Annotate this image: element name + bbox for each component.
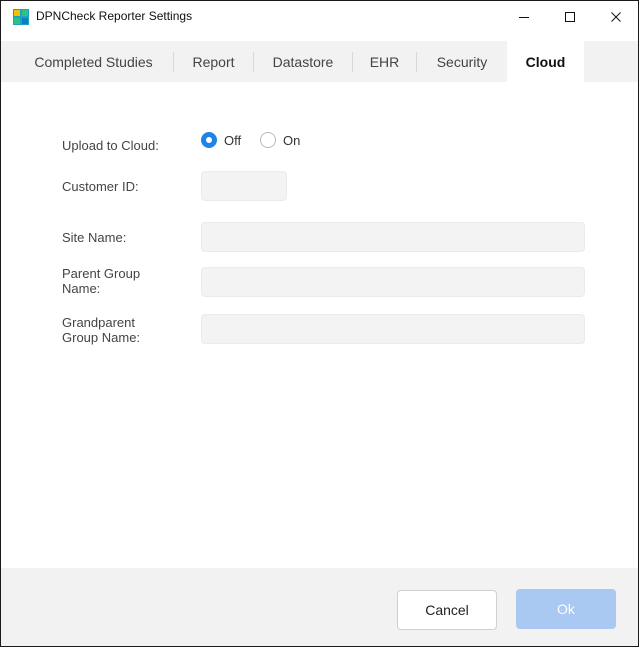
- close-icon: [611, 12, 621, 22]
- grandparent-group-name-label: Grandparent Group Name:: [62, 315, 140, 345]
- customer-id-label: Customer ID:: [62, 179, 139, 194]
- label-line: Group Name:: [62, 330, 141, 345]
- tab-datastore[interactable]: Datastore: [255, 41, 351, 82]
- label-line: Name:: [62, 281, 101, 296]
- upload-on-radio[interactable]: On: [260, 132, 300, 148]
- site-name-field[interactable]: [201, 222, 585, 252]
- maximize-button[interactable]: [547, 1, 593, 33]
- tab-divider: [253, 52, 254, 72]
- upload-to-cloud-label: Upload to Cloud:: [62, 138, 159, 153]
- minimize-icon: [519, 17, 529, 18]
- radio-label: Off: [224, 132, 242, 148]
- cancel-button[interactable]: Cancel: [397, 590, 497, 630]
- tab-divider: [352, 52, 353, 72]
- tab-label: Security: [436, 53, 488, 70]
- maximize-icon: [565, 12, 575, 22]
- parent-group-name-label: Parent Group Name:: [62, 266, 140, 296]
- tab-cloud[interactable]: Cloud: [507, 41, 584, 82]
- tab-label: Report: [192, 53, 235, 70]
- tab-divider: [173, 52, 174, 72]
- tab-label: Datastore: [272, 53, 334, 70]
- close-button[interactable]: [593, 1, 638, 33]
- label-line: Parent Group: [62, 266, 141, 281]
- customer-id-field[interactable]: [201, 171, 287, 201]
- title-bar: DPNCheck Reporter Settings: [1, 1, 638, 33]
- label-line: Grandparent: [62, 315, 135, 330]
- upload-off-radio[interactable]: Off: [201, 132, 241, 148]
- grandparent-group-name-field[interactable]: [201, 314, 585, 344]
- tab-divider: [416, 52, 417, 72]
- dialog-footer: Cancel Ok: [1, 568, 638, 646]
- site-name-label: Site Name:: [62, 230, 127, 245]
- ok-button[interactable]: Ok: [516, 589, 616, 629]
- app-logo-icon: [13, 9, 29, 25]
- tab-completed-studies[interactable]: Completed Studies: [15, 41, 172, 82]
- tab-bar: Completed Studies Report Datastore EHR S…: [1, 41, 638, 82]
- window-title: DPNCheck Reporter Settings: [36, 9, 193, 23]
- radio-unselected-icon: [260, 132, 276, 148]
- tab-label: EHR: [369, 53, 400, 70]
- parent-group-name-field[interactable]: [201, 267, 585, 297]
- tab-label: Completed Studies: [34, 53, 153, 70]
- tab-security[interactable]: Security: [418, 41, 506, 82]
- radio-selected-icon: [201, 132, 217, 148]
- tab-label: Cloud: [525, 53, 566, 70]
- tab-report[interactable]: Report: [175, 41, 252, 82]
- tab-ehr[interactable]: EHR: [354, 41, 415, 82]
- radio-label: On: [283, 132, 301, 148]
- minimize-button[interactable]: [501, 1, 547, 33]
- settings-window: DPNCheck Reporter Settings Completed Stu…: [0, 0, 639, 647]
